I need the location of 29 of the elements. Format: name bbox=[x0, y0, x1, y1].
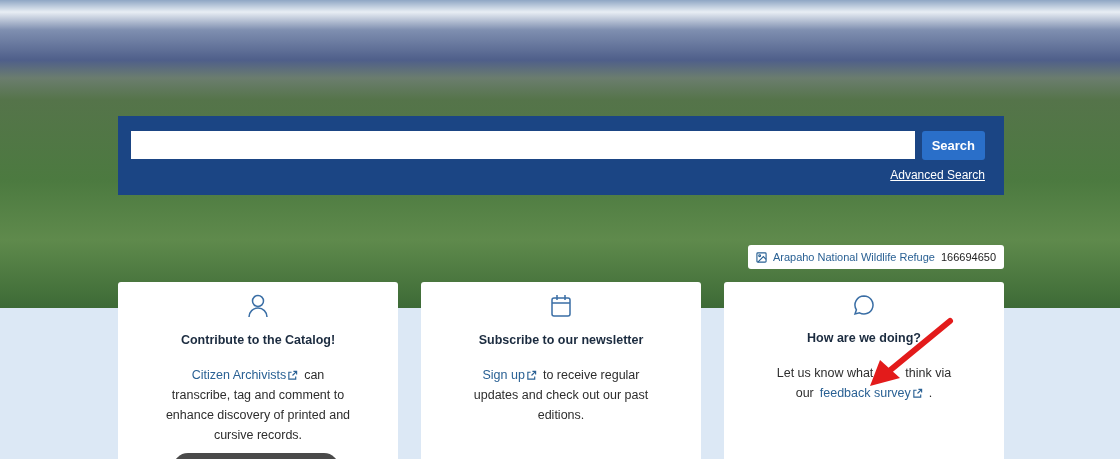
card-text: can bbox=[304, 367, 325, 384]
card-text: Let us know what bbox=[776, 365, 874, 382]
card-text: updates and check out our past bbox=[473, 387, 649, 404]
card-heading: How are we doing? bbox=[807, 331, 921, 345]
card-text: our bbox=[795, 385, 814, 402]
external-link-icon bbox=[525, 369, 537, 381]
photo-id: 166694650 bbox=[940, 251, 996, 263]
card-heading: Subscribe to our newsletter bbox=[478, 333, 644, 347]
external-link-icon bbox=[911, 387, 923, 399]
advanced-search-link[interactable]: Advanced Search bbox=[890, 168, 985, 182]
card-text: cursive records. bbox=[213, 427, 303, 444]
person-icon bbox=[247, 294, 269, 318]
image-icon bbox=[755, 251, 767, 263]
card-text: editions. bbox=[537, 407, 585, 424]
card-text: to receive regular bbox=[542, 367, 640, 384]
card-link[interactable]: feedback survey bbox=[819, 383, 923, 403]
card-link[interactable]: Citizen Archivists bbox=[191, 365, 299, 385]
speech-bubble-icon bbox=[853, 294, 875, 316]
card-text: think via bbox=[905, 365, 952, 382]
calendar-icon bbox=[550, 294, 572, 318]
card-text: . bbox=[928, 385, 933, 402]
card-text: enhance discovery of printed and bbox=[165, 407, 351, 424]
external-link-icon bbox=[287, 369, 299, 381]
card-link[interactable]: Sign up bbox=[482, 365, 537, 385]
search-field[interactable] bbox=[131, 131, 915, 159]
search-button[interactable]: Search bbox=[921, 131, 985, 160]
card-text: transcribe, tag and comment to bbox=[171, 387, 345, 404]
card-heading: Contribute to the Catalog! bbox=[180, 333, 336, 347]
photo-title-link[interactable]: Arapaho National Wildlife Refuge bbox=[772, 251, 935, 263]
